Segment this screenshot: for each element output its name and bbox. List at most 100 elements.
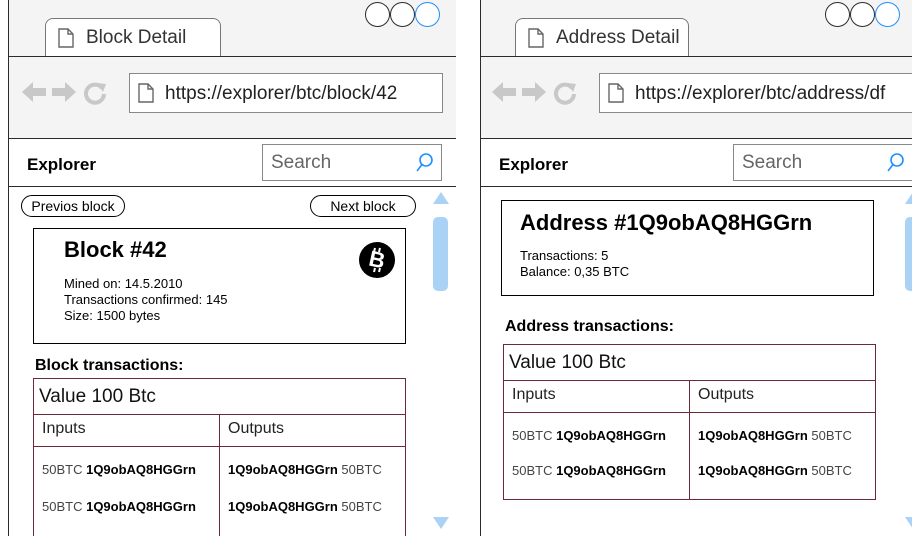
block-transactions-title: Block transactions:	[35, 357, 184, 374]
url-bar[interactable]: https://explorer/btc/address/df	[599, 73, 912, 113]
mined-on: Mined on: 14.5.2010	[64, 276, 183, 291]
app-title: Explorer	[499, 155, 568, 174]
address-balance: Balance: 0,35 BTC	[520, 264, 630, 279]
document-icon	[58, 28, 74, 48]
reload-icon[interactable]	[83, 81, 107, 105]
address-detail-window: Address Detail https://explorer/btc/addr…	[480, 0, 912, 536]
main-content: Previos block Next block Block #42 Mined…	[9, 187, 456, 536]
window-control-circle[interactable]	[875, 2, 900, 27]
block-card: Block #42 Mined on: 14.5.2010 Transactio…	[33, 228, 406, 344]
address-transactions-title: Address transactions:	[505, 318, 674, 335]
output-cell: 1Q9obAQ8HGGrn 50BTC	[698, 463, 852, 478]
url-text: https://explorer/btc/address/df	[635, 83, 886, 104]
value-text: Value 100 Btc	[509, 352, 626, 373]
input-amount: 50BTC	[42, 462, 83, 477]
output-address[interactable]: 1Q9obAQ8HGGrn	[698, 428, 808, 443]
block-size: Size: 1500 bytes	[64, 308, 161, 323]
scroll-down-arrow-icon[interactable]	[432, 516, 450, 530]
scroll-thumb[interactable]	[905, 217, 912, 291]
input-address[interactable]: 1Q9obAQ8HGGrn	[556, 463, 666, 478]
address-card: Address #1Q9obAQ8HGGrn Transactions: 5 B…	[501, 200, 874, 296]
outputs-header: Outputs	[698, 386, 755, 403]
document-icon	[608, 83, 624, 103]
vertical-scrollbar[interactable]	[901, 187, 912, 536]
value-header: Value 100 Btc	[34, 379, 405, 415]
tab-block-detail[interactable]: Block Detail	[45, 18, 221, 56]
input-cell: 50BTC 1Q9obAQ8HGGrn	[512, 463, 666, 478]
transactions-confirmed: Transactions confirmed: 145	[64, 292, 228, 307]
back-arrow-icon[interactable]	[21, 81, 47, 103]
main-content: Address #1Q9obAQ8HGGrn Transactions: 5 B…	[481, 187, 912, 536]
output-amount: 50BTC	[811, 428, 852, 443]
scroll-up-arrow-icon[interactable]	[904, 191, 912, 205]
input-amount: 50BTC	[512, 428, 553, 443]
back-arrow-icon[interactable]	[491, 81, 517, 103]
input-cell: 50BTC 1Q9obAQ8HGGrn	[512, 428, 666, 443]
output-cell: 1Q9obAQ8HGGrn 50BTC	[228, 462, 382, 477]
forward-arrow-icon[interactable]	[51, 81, 77, 103]
outputs-header: Outputs	[228, 420, 285, 437]
output-address[interactable]: 1Q9obAQ8HGGrn	[228, 499, 338, 514]
search-placeholder: Search	[742, 152, 803, 173]
value-header: Value 100 Btc	[504, 345, 875, 381]
search-input[interactable]: Search	[733, 144, 912, 181]
search-input[interactable]: Search	[262, 144, 442, 181]
app-header: Explorer Search	[9, 139, 456, 187]
document-icon	[138, 83, 154, 103]
previous-block-button[interactable]: Previos block	[21, 195, 125, 217]
app-header: Explorer Search	[481, 139, 912, 187]
tab-bar: Address Detail	[481, 0, 912, 57]
tab-title: Address Detail	[556, 27, 680, 48]
value-text: Value 100 Btc	[39, 386, 156, 407]
output-amount: 50BTC	[811, 463, 852, 478]
url-bar[interactable]: https://explorer/btc/block/42	[129, 73, 443, 113]
inputs-header: Inputs	[42, 420, 86, 437]
window-control-circle[interactable]	[415, 2, 440, 27]
address-title: Address #1Q9obAQ8HGGrn	[520, 210, 813, 235]
tab-address-detail[interactable]: Address Detail	[515, 18, 689, 56]
scroll-up-arrow-icon[interactable]	[432, 191, 450, 205]
scroll-thumb[interactable]	[433, 217, 448, 291]
input-address[interactable]: 1Q9obAQ8HGGrn	[86, 499, 196, 514]
reload-icon[interactable]	[553, 81, 577, 105]
app-title: Explorer	[27, 155, 96, 174]
input-amount: 50BTC	[42, 499, 83, 514]
output-amount: 50BTC	[341, 499, 382, 514]
transactions-table: Value 100 Btc Inputs Outputs 50BTC 1Q9ob…	[33, 378, 406, 536]
window-control-circle[interactable]	[390, 2, 415, 27]
window-control-circle[interactable]	[365, 2, 390, 27]
inputs-header: Inputs	[512, 386, 556, 403]
column-divider	[219, 415, 220, 536]
scroll-down-arrow-icon[interactable]	[904, 516, 912, 530]
search-icon[interactable]	[886, 152, 906, 174]
next-block-button[interactable]: Next block	[310, 195, 416, 217]
transactions-table: Value 100 Btc Inputs Outputs 50BTC 1Q9ob…	[503, 344, 876, 500]
input-address[interactable]: 1Q9obAQ8HGGrn	[86, 462, 196, 477]
tab-bar: Block Detail	[9, 0, 456, 57]
vertical-scrollbar[interactable]	[429, 187, 453, 536]
output-cell: 1Q9obAQ8HGGrn 50BTC	[698, 428, 852, 443]
output-amount: 50BTC	[341, 462, 382, 477]
input-cell: 50BTC 1Q9obAQ8HGGrn	[42, 499, 196, 514]
output-address[interactable]: 1Q9obAQ8HGGrn	[228, 462, 338, 477]
input-amount: 50BTC	[512, 463, 553, 478]
column-divider	[689, 381, 690, 499]
document-icon	[528, 28, 544, 48]
forward-arrow-icon[interactable]	[521, 81, 547, 103]
search-placeholder: Search	[271, 152, 332, 173]
input-cell: 50BTC 1Q9obAQ8HGGrn	[42, 462, 196, 477]
tab-title: Block Detail	[86, 27, 187, 48]
output-cell: 1Q9obAQ8HGGrn 50BTC	[228, 499, 382, 514]
search-icon[interactable]	[415, 152, 435, 174]
window-control-circle[interactable]	[850, 2, 875, 27]
address-transactions-count: Transactions: 5	[520, 248, 609, 263]
window-control-circle[interactable]	[825, 2, 850, 27]
bitcoin-icon: B	[359, 242, 395, 278]
url-text: https://explorer/btc/block/42	[165, 83, 398, 104]
block-title: Block #42	[64, 237, 167, 262]
input-address[interactable]: 1Q9obAQ8HGGrn	[556, 428, 666, 443]
navigation-bar: https://explorer/btc/address/df	[481, 57, 912, 139]
output-address[interactable]: 1Q9obAQ8HGGrn	[698, 463, 808, 478]
navigation-bar: https://explorer/btc/block/42	[9, 57, 456, 139]
block-detail-window: Block Detail https://explorer/btc/block/…	[8, 0, 456, 536]
